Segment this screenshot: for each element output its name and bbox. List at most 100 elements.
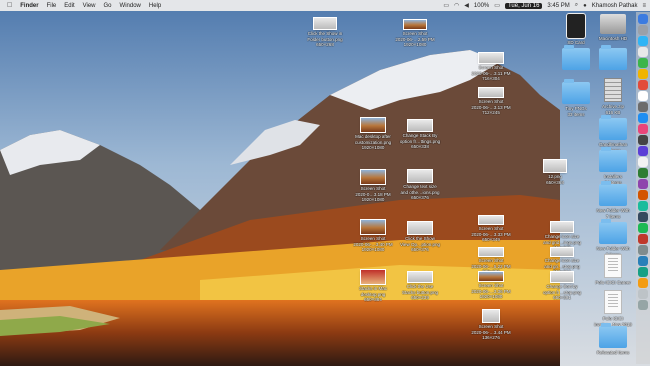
search-icon[interactable]: ⌕	[575, 2, 578, 9]
folder-icon	[599, 45, 627, 70]
menu-edit[interactable]: Edit	[64, 3, 74, 9]
file-thumbnail	[361, 270, 385, 284]
launchpad-icon[interactable]	[638, 25, 648, 35]
apple-menu-icon[interactable]: 	[7, 2, 12, 9]
file-thumbnail	[479, 216, 503, 224]
desktop-file[interactable]: Screen Shot 2020-06-…3.33 PM 650×349	[456, 216, 526, 243]
app-icon[interactable]	[638, 278, 648, 288]
battery-percent[interactable]: 100%	[474, 3, 489, 9]
folder-icon	[599, 147, 627, 172]
trash-icon[interactable]	[638, 300, 648, 310]
system-preferences-icon[interactable]	[638, 102, 648, 112]
messages-icon[interactable]	[638, 58, 648, 68]
desktop-file[interactable]: Screen Shot 2020-06-…3.44 PM 136×276	[456, 310, 526, 341]
file-label: Click the Show View Op…ption.png 650×376	[400, 236, 440, 252]
file-label: 12.png 650×368	[546, 174, 564, 185]
file-thumbnail	[479, 272, 503, 281]
file-label: Screen Shot 2020-06-…3.36 PM 1920×1080	[471, 283, 511, 299]
document-icon	[604, 290, 622, 314]
user-icon[interactable]: ●	[583, 3, 587, 9]
desktop-file[interactable]: Screen Shot 2020-06-…3.36 PM 1920×1080	[456, 272, 526, 300]
evernote-icon[interactable]	[638, 168, 648, 178]
file-label: Stacks in Mac desktop.png 650×384	[358, 286, 387, 302]
terminal-icon[interactable]	[638, 135, 648, 145]
app-icon[interactable]	[638, 234, 648, 244]
safari-icon[interactable]	[638, 36, 648, 46]
file-label: Click the Show in Folder button.png 650×…	[307, 31, 343, 47]
folder-icon	[599, 219, 627, 244]
desktop-file[interactable]: Click the Use Stacks button.png 650×239	[385, 272, 455, 301]
app-icon[interactable]	[638, 201, 648, 211]
battery-icon[interactable]: ▭	[494, 2, 500, 9]
menu-help[interactable]: Help	[149, 3, 161, 9]
menu-view[interactable]: View	[83, 3, 96, 9]
file-thumbnail	[408, 170, 432, 182]
menubar-date[interactable]: Tue, Jun 16	[504, 2, 543, 9]
wifi-icon[interactable]: ◠	[454, 2, 459, 9]
desktop-file[interactable]: Change text size and othe…ions.png 650×3…	[385, 170, 455, 201]
desktop-file[interactable]: Click the Show View Op…ption.png 650×376	[385, 222, 455, 253]
file-thumbnail	[361, 220, 385, 234]
chrome-icon[interactable]	[638, 47, 648, 57]
file-label: Screen Shot 2020-06-…3.13 PM 712×245	[471, 99, 511, 115]
file-label: Change text size and othe…ions.png 650×3…	[400, 184, 440, 200]
file-label: Change Sort by option fr…stop.png 650×39…	[542, 284, 582, 300]
file-thumbnail	[404, 20, 426, 29]
notion-icon[interactable]	[638, 157, 648, 167]
dock	[636, 12, 650, 364]
file-thumbnail	[408, 222, 432, 234]
photos-icon[interactable]	[638, 91, 648, 101]
folder-label: New Folder With 7 items	[596, 208, 630, 219]
drive-label: Macintosh HD	[598, 36, 628, 41]
menu-window[interactable]: Window	[120, 3, 141, 9]
hard-drive-icon	[600, 14, 626, 34]
file-thumbnail	[361, 118, 385, 132]
downloads-stack-icon[interactable]	[638, 289, 648, 299]
podcasts-icon[interactable]	[638, 146, 648, 156]
app-icon[interactable]	[638, 190, 648, 200]
app-icon[interactable]	[638, 267, 648, 277]
file-thumbnail	[544, 160, 566, 172]
zip-archive-icon	[604, 78, 622, 102]
desktop-file[interactable]: Screen Shot 2020-06-…3.11 PM 716×304	[456, 53, 526, 82]
archive-label: Archive.zip 616 KB	[601, 104, 624, 115]
file-thumbnail	[551, 272, 573, 282]
menu-finder[interactable]: Finder	[20, 3, 38, 9]
music-icon[interactable]	[638, 124, 648, 134]
app-icon[interactable]	[638, 245, 648, 255]
app-icon[interactable]	[638, 256, 648, 266]
file-label: Change Stack By option fr…ttings.png 650…	[399, 133, 441, 149]
desktop-file[interactable]: Screen Shot 2020-06-…3.13 PM 712×245	[456, 88, 526, 116]
file-label: Click the Use Stacks button.png 650×239	[401, 284, 439, 300]
calendar-icon[interactable]	[638, 80, 648, 90]
file-label: Screen Shot 2020-06-…2.59 PM 1920×1080	[395, 31, 435, 47]
folder-icon	[599, 323, 627, 348]
notes-icon[interactable]	[638, 69, 648, 79]
menu-go[interactable]: Go	[104, 3, 112, 9]
app-store-icon[interactable]	[638, 113, 648, 123]
app-icon[interactable]	[638, 212, 648, 222]
file-thumbnail	[314, 18, 336, 29]
finder-icon[interactable]	[638, 14, 648, 24]
desktop-file[interactable]: Change Stack By option fr…ttings.png 650…	[385, 120, 455, 150]
desktop-file[interactable]: Click the Show in Folder button.png 650×…	[290, 18, 360, 48]
file-label: Screen Shot 2020-06-…3.33 PM 650×349	[471, 226, 511, 242]
file-thumbnail	[479, 88, 503, 97]
menu-file[interactable]: File	[47, 3, 57, 9]
folder-label: Relocated Items	[596, 350, 630, 355]
spotify-icon[interactable]	[638, 223, 648, 233]
folder-icon	[599, 181, 627, 206]
document-icon	[604, 254, 622, 278]
menu-bar:  Finder File Edit View Go Window Help ▭…	[0, 0, 650, 11]
file-thumbnail	[408, 120, 432, 131]
airplay-icon[interactable]: ▭	[443, 2, 449, 9]
desktop-file[interactable]: Screen Shot 2020-06-…2.59 PM 1920×1080	[380, 20, 450, 48]
menubar-time[interactable]: 3:45 PM	[547, 3, 569, 9]
control-center-icon[interactable]: ≡	[642, 3, 646, 9]
menubar-user[interactable]: Khamosh Pathak	[592, 3, 638, 9]
file-thumbnail	[483, 310, 499, 322]
slack-icon[interactable]	[638, 179, 648, 189]
volume-icon[interactable]: ◀	[464, 2, 469, 9]
file-thumbnail	[408, 272, 432, 282]
desktop-file[interactable]: Screen Shot 2020-06-…5.22 PM 338×305	[456, 248, 526, 275]
